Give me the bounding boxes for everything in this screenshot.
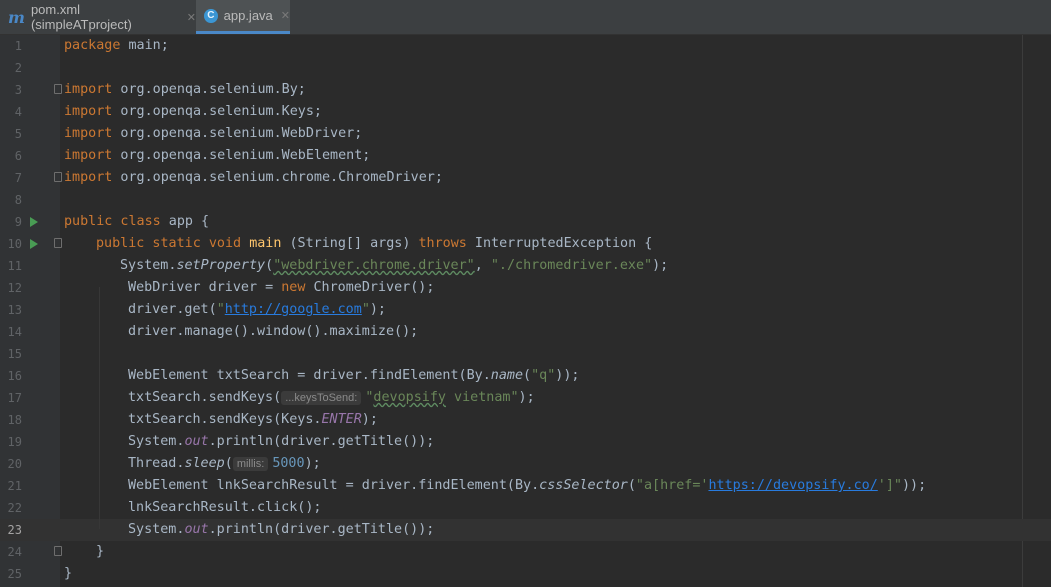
maven-icon: m [8,7,25,27]
code-line: 1 package main; [0,35,1051,57]
code-text: txtSearch.sendKeys(...keysToSend: "devops… [128,390,535,405]
fold-icon[interactable] [54,546,62,556]
code-text: System.out.println(driver.getTitle()); [128,434,435,449]
code-text: WebElement lnkSearchResult = driver.find… [128,478,927,493]
code-line: 14 driver.manage().window().maximize(); [0,321,1051,343]
code-text: public static void main (String[] args) … [96,236,653,251]
code-text: import org.openqa.selenium.WebElement; [64,148,371,163]
code-line: 24} [0,541,1051,563]
fold-icon[interactable] [54,238,62,248]
code-line: 3 import org.openqa.selenium.By; [0,79,1051,101]
code-line: 9 public class app { [0,211,1051,233]
code-text: WebDriver driver = new ChromeDriver(); [120,280,435,295]
code-line: 6 import org.openqa.selenium.WebElement; [0,145,1051,167]
code-line: 13 driver.get("http://google.com"); [0,299,1051,321]
fold-icon[interactable] [54,172,62,182]
fold-icon[interactable] [54,84,62,94]
parameter-hint: millis: [232,457,269,471]
code-text: lnkSearchResult.click(); [128,500,322,515]
code-line: 4 import org.openqa.selenium.Keys; [0,101,1051,123]
code-text: import org.openqa.selenium.chrome.Chrome… [64,170,443,185]
code-text: driver.manage().window().maximize(); [128,324,419,339]
code-line: 8 [14,193,22,207]
code-text: } [64,566,73,581]
code-line: 10 public static void main (String[] args… [0,233,1051,255]
code-text: driver.get("http://google.com"); [128,302,386,317]
url-link[interactable]: https://devopsify.co/ [708,478,877,493]
close-icon[interactable]: ✕ [187,11,196,24]
tab-pom-xml[interactable]: m pom.xml (simpleATproject) ✕ [0,0,196,34]
code-line: 7 import org.openqa.selenium.chrome.Chrom… [0,167,1051,189]
url-link[interactable]: http://google.com [225,302,362,317]
code-text: txtSearch.sendKeys(Keys.ENTER); [128,412,378,427]
tab-app-java[interactable]: C app.java ✕ [196,0,290,34]
code-line: 25} [0,563,1051,585]
editor-tab-bar: m pom.xml (simpleATproject) ✕ C app.java… [0,0,1051,35]
code-line: 16 WebElement txtSearch = driver.findElem… [0,365,1051,387]
code-line: 18 txtSearch.sendKeys(Keys.ENTER); [0,409,1051,431]
indent-guide [99,287,100,529]
code-line: 15 [7,347,22,361]
code-text: import org.openqa.selenium.Keys; [64,104,322,119]
code-text: } [96,544,105,559]
code-line: 5 import org.openqa.selenium.WebDriver; [0,123,1051,145]
code-line: 17 txtSearch.sendKeys(...keysToSend: "devo… [0,387,1051,409]
code-text: System.out.println(driver.getTitle()); [128,522,435,537]
code-text: import org.openqa.selenium.By; [64,82,306,97]
code-text: package main; [64,38,169,53]
run-icon[interactable] [30,239,38,249]
code-line-current: 23 System.out.println(driver.getTitle()); [0,519,1051,541]
java-class-icon: C [204,8,218,23]
code-line: 21 WebElement lnkSearchResult = driver.fi… [0,475,1051,497]
code-line: 20 Thread.sleep(millis: 5000); [0,453,1051,475]
tab-label: pom.xml (simpleATproject) [30,2,132,32]
parameter-hint: ...keysToSend: [281,391,362,405]
tab-label: app.java [223,8,273,23]
code-line: 19 System.out.println(driver.getTitle()); [0,431,1051,453]
code-text: import org.openqa.selenium.WebDriver; [64,126,363,141]
code-line: 2 [14,61,22,75]
code-text: public class app { [64,214,210,229]
code-text: WebElement txtSearch = driver.findElemen… [128,368,580,383]
code-line: 11 System.setProperty("webdriver.chrome.d… [0,255,1051,277]
code-text: System.setProperty("webdriver.chrome.dri… [120,258,669,273]
run-icon[interactable] [30,217,38,227]
code-text: Thread.sleep(millis: 5000); [128,456,321,471]
close-icon[interactable]: ✕ [281,9,290,22]
code-line: 22 lnkSearchResult.click(); [0,497,1051,519]
code-line: 12 WebDriver driver = new ChromeDriver()… [0,277,1051,299]
